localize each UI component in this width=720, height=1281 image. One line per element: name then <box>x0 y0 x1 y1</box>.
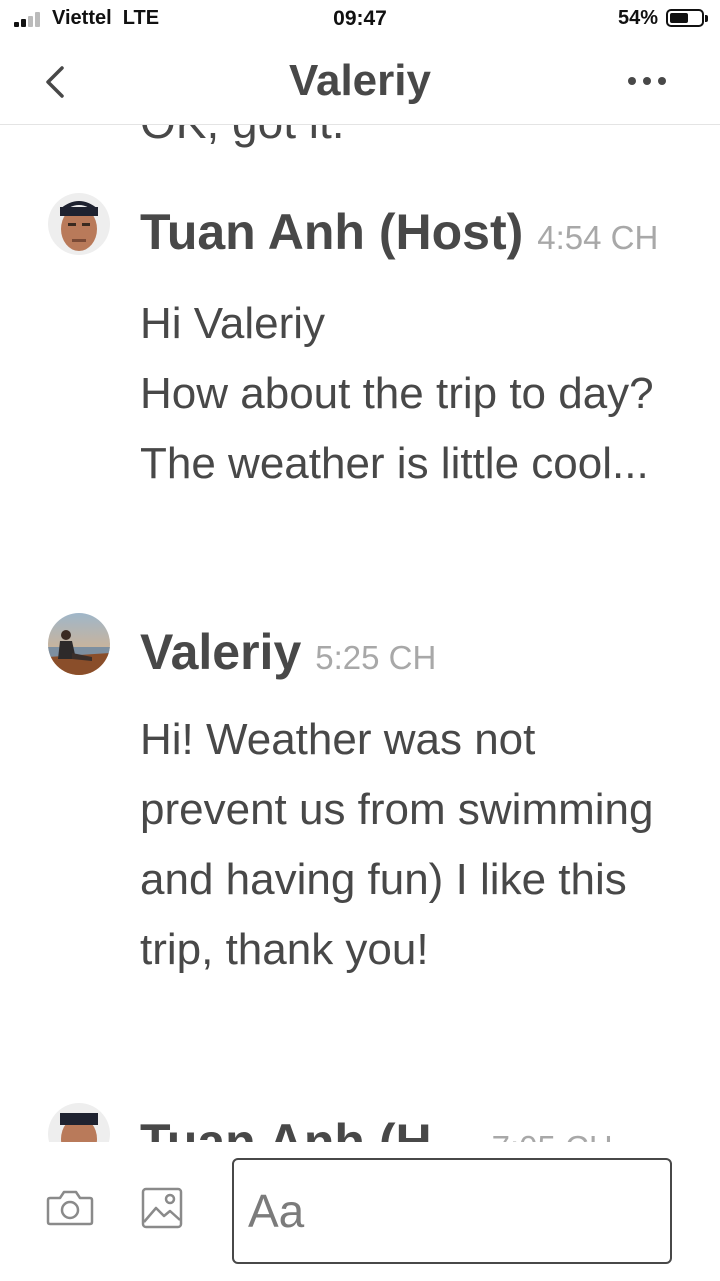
camera-button[interactable] <box>46 1188 94 1228</box>
battery-icon <box>666 9 708 27</box>
message-header: Tuan Anh (H 7:05 CH <box>140 1113 613 1142</box>
message-header: Valeriy 5:25 CH <box>140 623 436 681</box>
message-time: 4:54 CH <box>537 219 659 256</box>
sender-name: Valeriy <box>140 624 302 680</box>
message-text: Hi! Weather was not prevent us from swim… <box>140 715 654 974</box>
avatar-tuan-anh[interactable] <box>48 193 110 255</box>
page-title: Valeriy <box>289 56 431 105</box>
status-bar: Viettel LTE 09:47 54% <box>0 0 720 40</box>
battery-percentage: 54% <box>617 7 658 29</box>
message-text-partial: OK, got it. <box>140 125 345 149</box>
avatar-tuan-anh[interactable] <box>48 1103 110 1142</box>
photo-library-button[interactable] <box>140 1186 184 1230</box>
message-header: Tuan Anh (Host) 4:54 CH <box>140 203 658 261</box>
message-input[interactable] <box>232 1158 672 1264</box>
composer-bar <box>0 1142 720 1281</box>
chat-header: Valeriy <box>0 40 720 125</box>
camera-icon <box>46 1190 94 1226</box>
avatar-valeriy[interactable] <box>48 613 110 675</box>
more-options-button[interactable] <box>622 64 672 98</box>
image-icon <box>141 1187 183 1229</box>
message-text: Hi Valeriy How about the trip to day? Th… <box>140 299 654 488</box>
message-time: 7:05 CH <box>492 1129 613 1142</box>
status-time: 09:47 <box>333 7 387 30</box>
message-list[interactable]: OK, got it. Tuan Anh (Host) 4:54 CH Hi Va… <box>0 125 720 1142</box>
sender-name: Tuan Anh (H <box>140 1114 432 1142</box>
message-time: 5:25 CH <box>315 639 437 676</box>
sender-name: Tuan Anh (Host) <box>140 204 524 260</box>
more-horizontal-icon <box>628 77 666 85</box>
